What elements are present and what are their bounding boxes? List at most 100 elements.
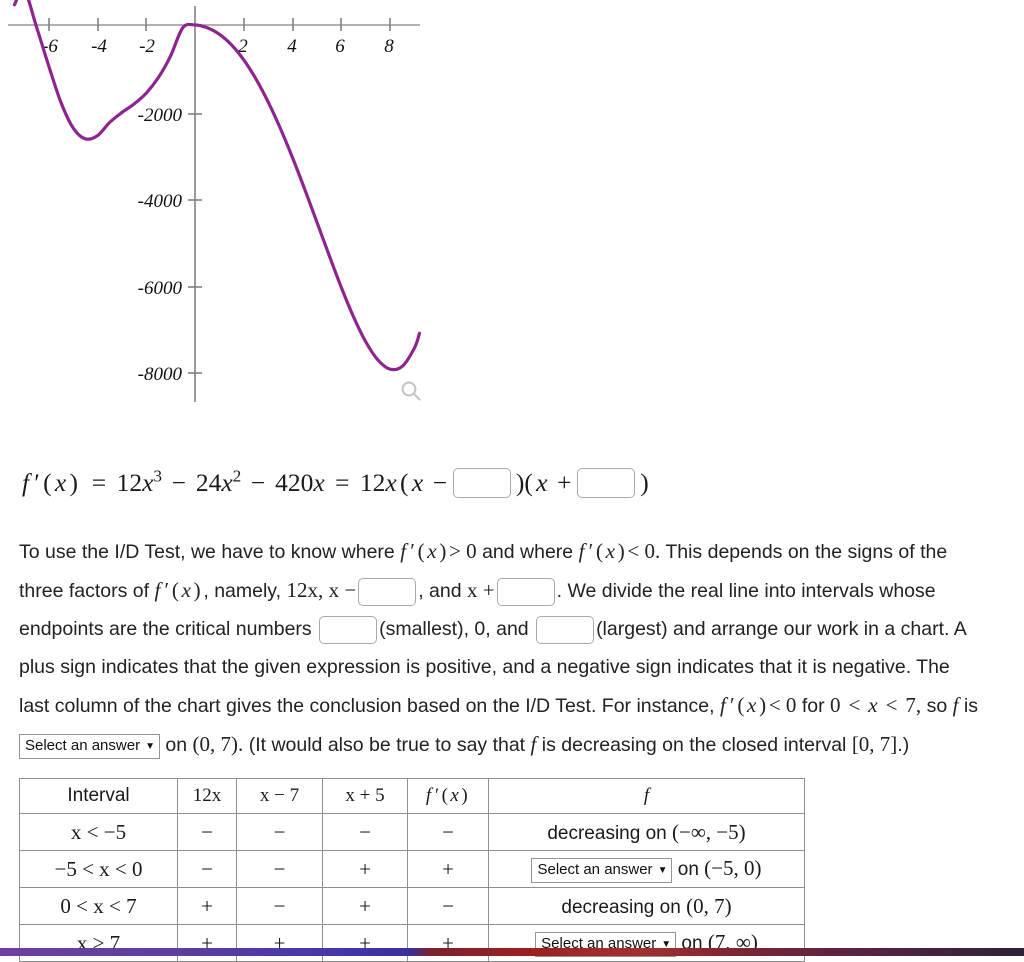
cell-interval: 0 < x < 7 <box>19 887 178 925</box>
factor-12x: 12x, <box>286 578 324 602</box>
equals-sign-2: = <box>335 468 350 497</box>
factor-x-plus: x + <box>467 578 495 602</box>
prose-segment: and where <box>482 541 574 563</box>
select-answer-label: Select an answer <box>537 860 653 878</box>
factor-x-minus: x − <box>328 578 357 602</box>
sign-chart-table: Interval 12x x − 7 x + 5 f ′(x) f x < −5… <box>19 778 805 962</box>
prose-segment: To use the I/D Test, we have to know whe… <box>19 541 395 563</box>
cell-sign-x-plus-5: − <box>322 813 408 851</box>
prose-segment: (It would also be true to say that <box>248 734 526 756</box>
x-tick-label: 4 <box>287 36 297 57</box>
prose-segment: , and <box>418 580 462 602</box>
cell-sign-12x: − <box>177 850 237 888</box>
chevron-down-icon: ▼ <box>657 864 668 876</box>
prose-segment: is decreasing on the closed interval <box>541 734 847 756</box>
column-header-fprime: f ′(x) <box>407 778 489 814</box>
prose-segment: is <box>963 695 978 717</box>
column-header-f: f <box>488 778 805 814</box>
cell-interval: x < −5 <box>19 813 178 851</box>
critical-number-largest-blank[interactable] <box>536 616 595 644</box>
table-row: x < −5− − − − decreasing on (−∞, −5) <box>19 813 805 851</box>
y-tick-label: -4000 <box>138 191 183 212</box>
inequality-lt: < 0. <box>627 539 661 563</box>
cell-sign-x-plus-5: + <box>322 850 408 888</box>
cell-conclusion: decreasing on (−∞, −5) <box>488 813 805 851</box>
prose-segment: (largest) <box>596 618 668 640</box>
inequality-gt: > 0 <box>449 539 477 563</box>
conclusion-interval: (−5, 0) <box>704 855 762 880</box>
prose-segment: , namely, <box>203 580 282 602</box>
select-answer-label: Select an answer <box>25 737 141 754</box>
conclusion-interval: (−∞, −5) <box>672 819 746 844</box>
conclusion-on-label: on <box>672 858 705 880</box>
cell-sign-fprime: + <box>407 850 489 888</box>
column-header-interval: Interval <box>19 778 178 814</box>
cell-sign-x-plus-5: + <box>322 887 408 925</box>
equals-sign-1: = <box>91 468 107 497</box>
select-answer-dropdown[interactable]: Select an answer ▼ <box>531 857 673 883</box>
fprime-symbol: f ′(x) <box>154 578 201 602</box>
f-symbol: f <box>952 693 959 717</box>
equation-expanded: 12x3 − 24x2 − 420x <box>116 466 325 497</box>
conclusion-label: decreasing on <box>561 896 687 918</box>
fprime-symbol: f ′(x) <box>400 539 447 563</box>
prose-segment: .) <box>897 734 910 756</box>
interval-0-7: (0, 7). <box>192 732 244 756</box>
cell-conclusion: decreasing on (0, 7) <box>488 887 805 925</box>
table-header-row: Interval 12x x − 7 x + 5 f ′(x) f <box>19 778 805 814</box>
cell-sign-fprime: − <box>407 813 489 851</box>
explanation-text: To use the I/D Test, we have to know whe… <box>19 532 984 764</box>
function-curve <box>12 0 422 372</box>
fprime-symbol: f ′(x) <box>578 539 625 563</box>
derivative-equation: f ′(x) = 12x3 − 24x2 − 420x = 12x(x − )(x… <box>22 466 652 498</box>
function-graph: -6 -4 -2 2 4 6 8 -2000 -4000 -6000 -8000 <box>8 0 422 402</box>
column-header-12x: 12x <box>177 778 237 814</box>
equation-factored-middle: )(x + <box>515 468 572 497</box>
y-tick-labels: -2000 -4000 -6000 -8000 <box>138 105 183 385</box>
bottom-color-strip <box>0 948 1024 956</box>
factor-blank-x-minus[interactable] <box>358 578 417 606</box>
cell-sign-x-minus-7: − <box>236 850 323 888</box>
column-header-x-minus-7: x − 7 <box>236 778 323 814</box>
chevron-down-icon: ▼ <box>145 741 155 752</box>
y-tick-label: -8000 <box>138 364 183 385</box>
conclusion-interval: (0, 7) <box>686 893 732 918</box>
prose-segment: for <box>801 695 825 717</box>
prose-segment: on <box>165 734 188 756</box>
cell-conclusion[interactable]: Select an answer ▼ on (−5, 0) <box>488 850 805 888</box>
x-tick-label: -4 <box>91 36 107 57</box>
factor-blank-1[interactable] <box>452 468 511 498</box>
x-tick-labels: -6 -4 -2 2 4 6 8 <box>42 36 394 57</box>
cell-sign-12x: − <box>177 813 237 851</box>
equation-lhs: f ′(x) <box>22 468 79 497</box>
table-row: 0 < x < 7 + − + − decreasing on (0, 7) <box>19 887 805 925</box>
y-tick-label: -2000 <box>138 105 183 126</box>
cell-sign-12x: + <box>177 887 237 925</box>
function-graph-panel: -6 -4 -2 2 4 6 8 -2000 -4000 -6000 -8000 <box>0 0 440 420</box>
factor-blank-x-plus[interactable] <box>496 578 555 606</box>
closed-interval-0-7: [0, 7] <box>851 732 898 756</box>
cell-sign-x-minus-7: − <box>236 813 323 851</box>
f-symbol: f <box>530 732 537 756</box>
cell-interval: −5 < x < 0 <box>19 850 178 888</box>
search-icon[interactable] <box>398 378 424 404</box>
inequality-lt-2: < 0 <box>768 693 797 717</box>
select-answer-inline[interactable]: Select an answer ▼ <box>19 734 160 759</box>
cell-sign-x-minus-7: − <box>236 887 323 925</box>
interval-0-7-inline: 0 < x < 7, <box>830 693 922 717</box>
y-tick-label: -6000 <box>138 278 183 299</box>
equation-factored-suffix: ) <box>640 468 649 497</box>
x-tick-label: 6 <box>335 36 345 57</box>
x-tick-label: 8 <box>384 36 394 57</box>
table-row: −5 < x < 0− − + + Select an answer ▼ on (−5, … <box>19 850 805 888</box>
cell-sign-fprime: − <box>407 887 489 925</box>
critical-number-smallest-blank[interactable] <box>319 616 378 644</box>
equation-factored-prefix: 12x(x − <box>359 468 448 497</box>
column-header-x-plus-5: x + 5 <box>322 778 408 814</box>
factor-blank-2[interactable] <box>576 468 635 498</box>
conclusion-label: decreasing on <box>547 822 672 844</box>
fprime-symbol: f ′(x) <box>719 693 767 717</box>
prose-segment: (smallest), 0, and <box>379 618 529 640</box>
x-tick-label: -2 <box>139 36 155 57</box>
prose-segment: so <box>926 695 948 717</box>
